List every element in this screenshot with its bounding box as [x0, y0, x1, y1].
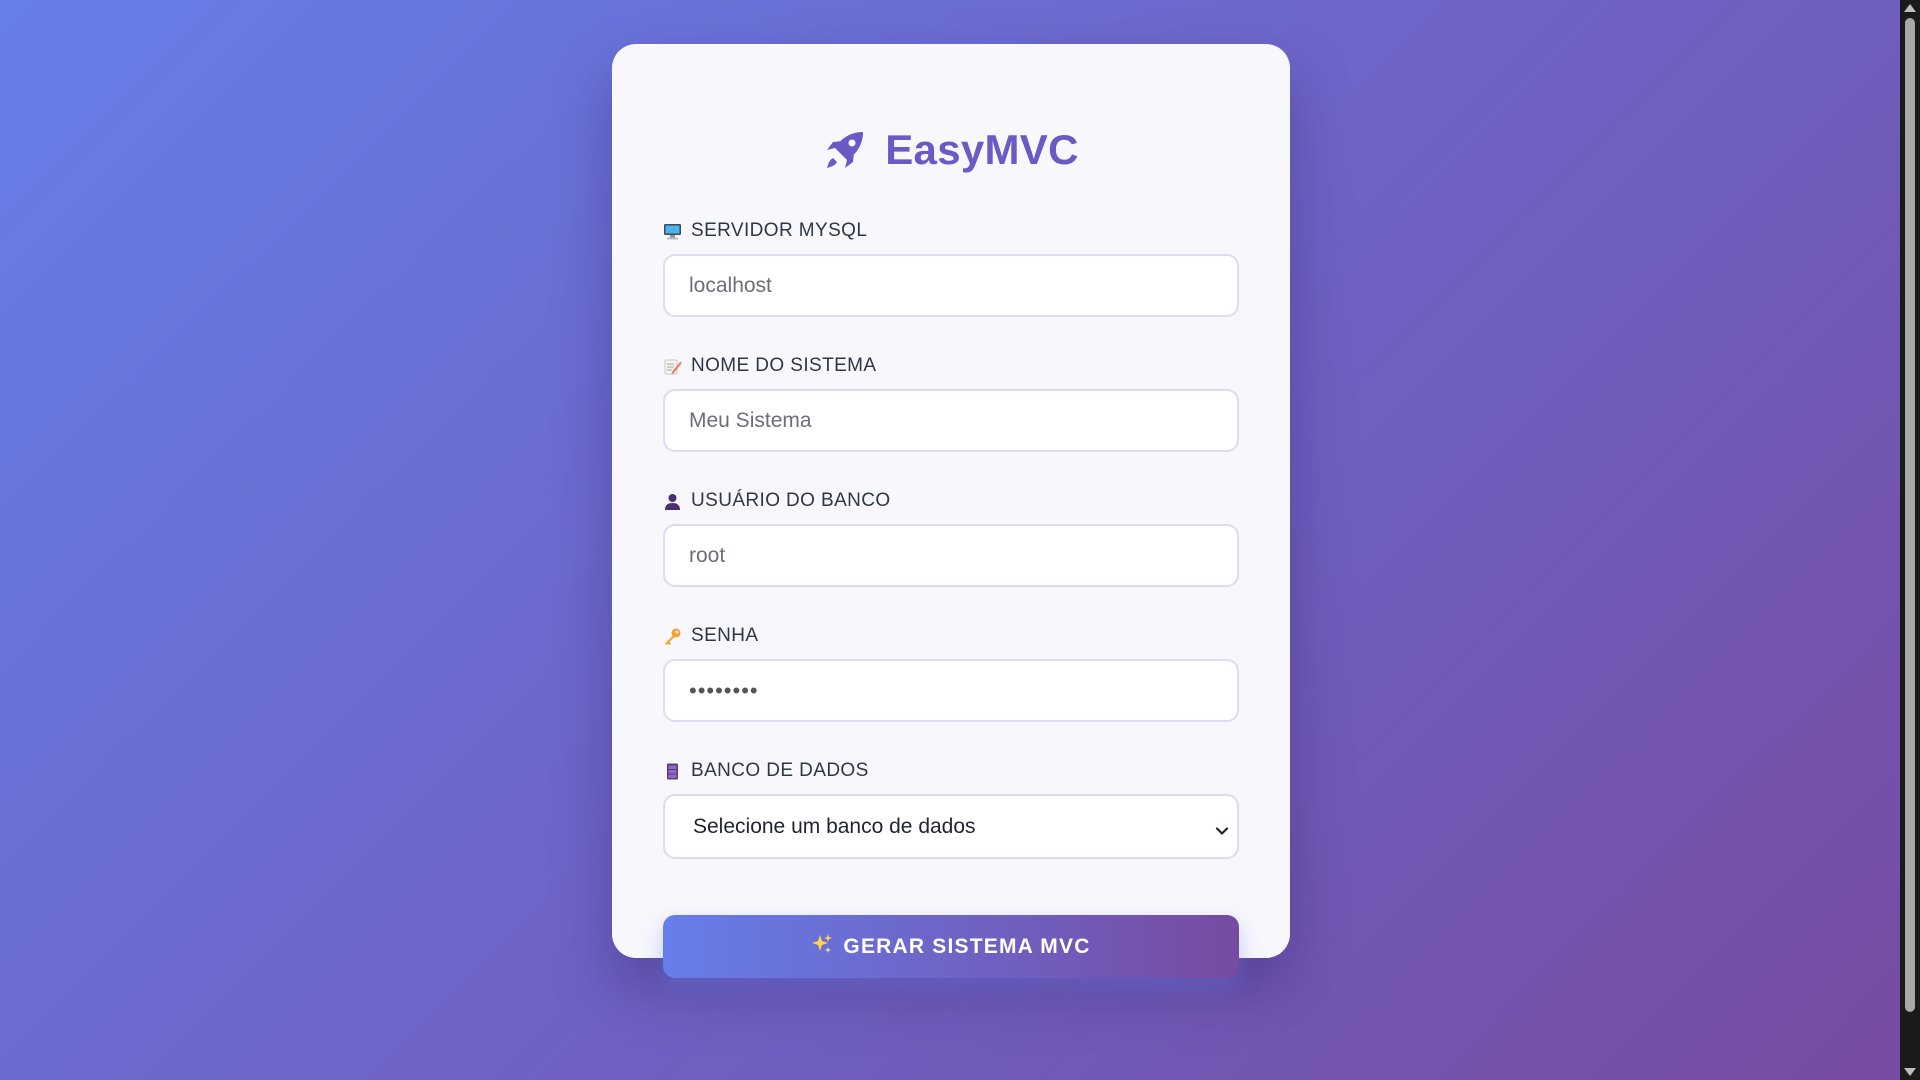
generate-system-button-label: GERAR SISTEMA MVC: [843, 934, 1091, 958]
computer-icon: [663, 222, 682, 241]
memo-icon: [663, 357, 682, 376]
user-icon: [663, 492, 682, 511]
scroll-up-arrow-icon[interactable]: [1904, 4, 1916, 12]
password-input[interactable]: [663, 659, 1239, 722]
scroll-down-arrow-icon[interactable]: [1904, 1068, 1916, 1076]
system-name-label: NOME DO SISTEMA: [663, 355, 1239, 377]
app-title: EasyMVC: [885, 126, 1079, 173]
db-user-field: USUÁRIO DO BANCO: [663, 490, 1239, 587]
server-label: SERVIDOR MYSQL: [663, 220, 1239, 242]
system-name-input[interactable]: [663, 389, 1239, 452]
server-label-text: SERVIDOR MYSQL: [691, 220, 868, 241]
password-field: SENHA: [663, 625, 1239, 722]
db-user-label-text: USUÁRIO DO BANCO: [691, 490, 891, 511]
system-name-label-text: NOME DO SISTEMA: [691, 355, 877, 376]
server-field: SERVIDOR MYSQL: [663, 220, 1239, 317]
password-label: SENHA: [663, 625, 1239, 647]
key-icon: [663, 627, 682, 646]
scrollbar-thumb[interactable]: [1905, 18, 1915, 1012]
database-label: BANCO DE DADOS: [663, 760, 1239, 782]
server-input[interactable]: [663, 254, 1239, 317]
database-icon: [663, 762, 682, 781]
brand-header: EasyMVC: [663, 122, 1239, 178]
database-select[interactable]: Selecione um banco de dados: [663, 794, 1239, 859]
database-label-text: BANCO DE DADOS: [691, 760, 869, 781]
database-select-value: Selecione um banco de dados: [693, 814, 976, 838]
rocket-icon: [823, 128, 867, 172]
password-label-text: SENHA: [691, 625, 759, 646]
sparkles-icon: [811, 933, 833, 961]
generate-system-button[interactable]: GERAR SISTEMA MVC: [663, 915, 1239, 978]
setup-card: EasyMVC SERVIDOR MYSQL localhost NOME DO…: [612, 44, 1290, 978]
system-name-field: NOME DO SISTEMA: [663, 355, 1239, 452]
db-user-label: USUÁRIO DO BANCO: [663, 490, 1239, 512]
page-background: EasyMVC SERVIDOR MYSQL localhost NOME DO…: [0, 0, 1900, 1080]
database-field: BANCO DE DADOS Selecione um banco de dad…: [663, 760, 1239, 859]
db-user-input[interactable]: [663, 524, 1239, 587]
vertical-scrollbar[interactable]: [1900, 0, 1920, 1080]
chevron-down-icon: [1215, 820, 1229, 835]
